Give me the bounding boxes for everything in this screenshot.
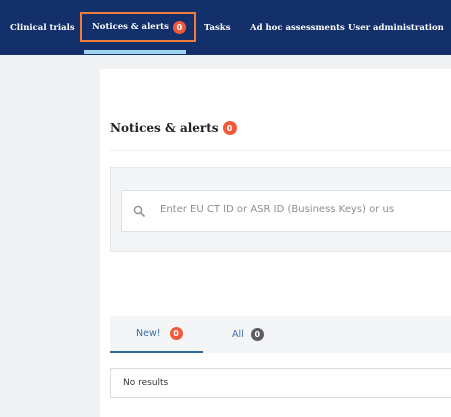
search-placeholder: Enter EU CT ID or ASR ID (Business Keys)… [160, 204, 395, 215]
page-title-text: Notices & alerts [110, 121, 219, 135]
active-nav-indicator [84, 50, 186, 54]
nav-item-user-administration[interactable]: User administration [348, 0, 444, 55]
tab-all-badge: 0 [250, 328, 264, 341]
nav-item-label: Tasks [204, 22, 231, 33]
tab-label: All [232, 329, 244, 340]
nav-item-label: Notices & alerts [92, 22, 169, 32]
page-title-badge: 0 [222, 121, 237, 135]
nav-item-notices-alerts[interactable]: Notices & alerts 0 [80, 12, 196, 42]
results-box: No results [110, 368, 451, 398]
search-icon [133, 205, 145, 217]
nav-item-label: User administration [348, 22, 444, 33]
notices-count-badge: 0 [172, 20, 186, 34]
nav-item-label: Ad hoc assessments [250, 22, 345, 33]
page-title: Notices & alerts 0 [110, 121, 237, 135]
nav-item-label: Clinical trials [10, 22, 75, 33]
nav-item-tasks[interactable]: Tasks [204, 0, 230, 55]
nav-item-ad-hoc-assessments[interactable]: Ad hoc assessments [250, 0, 345, 55]
tab-new-badge: 0 [169, 327, 183, 340]
title-divider [110, 150, 451, 151]
tab-all[interactable]: All 0 [232, 316, 264, 353]
nav-item-clinical-trials[interactable]: Clinical trials [10, 0, 75, 55]
tab-new[interactable]: New! 0 [110, 316, 203, 353]
top-navigation-bar: Clinical trials Notices & alerts 0 Tasks… [0, 0, 451, 55]
no-results-text: No results [123, 378, 169, 388]
tab-label: New! [136, 328, 161, 339]
